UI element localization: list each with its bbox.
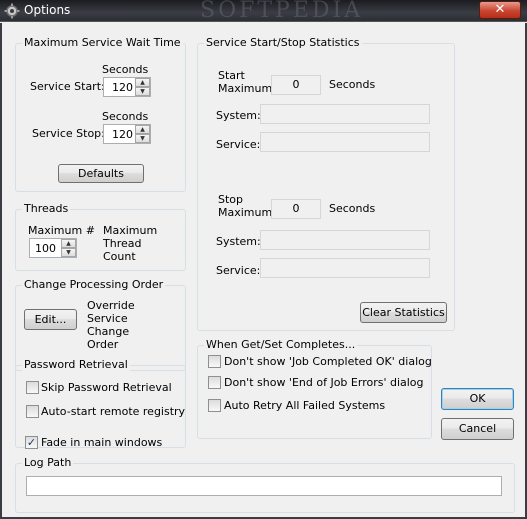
stop-maximum-value: 0: [271, 199, 321, 219]
threads-group: Threads Maximum # 100 ▲ ▼ Maximum Thread…: [15, 202, 186, 271]
defaults-button-label: Defaults: [78, 167, 124, 180]
fade-windows-label[interactable]: Fade in main windows: [41, 436, 162, 449]
service-start-spinner[interactable]: 120 ▲ ▼: [103, 77, 151, 97]
log-path-input[interactable]: [26, 476, 502, 496]
stop-seconds-label: Seconds: [329, 202, 376, 215]
skip-password-label[interactable]: Skip Password Retrieval: [41, 381, 172, 394]
start-seconds-label: Seconds: [329, 78, 376, 91]
ok-button-label: OK: [469, 392, 486, 405]
wait-time-legend: Maximum Service Wait Time: [22, 36, 183, 49]
fade-windows-checkbox[interactable]: ✓: [25, 436, 38, 449]
statistics-legend: Service Start/Stop Statistics: [204, 36, 362, 49]
max-threads-spinner[interactable]: 100 ▲ ▼: [29, 238, 77, 258]
spinner-up-arrow-icon[interactable]: ▲: [135, 78, 150, 87]
ok-button[interactable]: OK: [441, 388, 514, 410]
skip-password-checkbox[interactable]: [26, 381, 39, 394]
log-path-group: Log Path: [15, 456, 515, 513]
checkmark-icon: ✓: [26, 436, 37, 449]
softpedia-watermark: SOFTPEDIA: [200, 0, 364, 23]
no-job-completed-checkbox[interactable]: [208, 355, 221, 368]
when-completes-legend: When Get/Set Completes...: [204, 338, 358, 351]
start-maximum-label: Start Maximum:: [218, 69, 276, 95]
clear-statistics-label: Clear Statistics: [362, 306, 445, 319]
spinner-down-arrow-icon[interactable]: ▼: [61, 248, 76, 257]
auto-retry-label[interactable]: Auto Retry All Failed Systems: [224, 399, 385, 412]
start-service-field: [260, 132, 430, 152]
autostart-registry-checkbox[interactable]: [26, 405, 39, 418]
autostart-registry-label[interactable]: Auto-start remote registry: [41, 405, 185, 418]
stop-maximum-label: Stop Maximum:: [218, 193, 276, 219]
spinner-up-arrow-icon[interactable]: ▲: [135, 125, 150, 134]
gear-icon: [4, 3, 20, 19]
start-system-label: System:: [216, 109, 261, 122]
no-end-of-job-errors-label[interactable]: Don't show 'End of Job Errors' dialog: [224, 376, 424, 389]
edit-button-label: Edit...: [34, 313, 67, 326]
spinner-down-arrow-icon[interactable]: ▼: [135, 134, 150, 143]
log-path-legend: Log Path: [22, 456, 74, 469]
stop-service-field: [260, 258, 430, 278]
start-service-label: Service:: [216, 138, 261, 151]
no-end-of-job-errors-checkbox[interactable]: [208, 376, 221, 389]
stop-service-label: Service:: [216, 264, 261, 277]
stop-system-label: System:: [216, 235, 261, 248]
edit-button[interactable]: Edit...: [24, 309, 77, 330]
change-order-legend: Change Processing Order: [22, 278, 166, 291]
threads-legend: Threads: [22, 202, 71, 215]
service-stop-value: 120: [112, 128, 133, 141]
stop-maximum-number: 0: [292, 202, 300, 215]
change-order-description: Override Service Change Order: [87, 299, 135, 351]
title-bar: Options SOFTPEDIA ✕: [0, 0, 527, 23]
close-icon: ✕: [494, 2, 506, 17]
service-stop-label: Service Stop:: [32, 127, 105, 140]
service-start-seconds-label: Seconds: [102, 63, 149, 76]
wait-time-group: Maximum Service Wait Time Seconds Servic…: [15, 36, 186, 192]
cancel-button-label: Cancel: [458, 422, 497, 435]
stop-system-field: [260, 230, 430, 250]
no-job-completed-label[interactable]: Don't show 'Job Completed OK' dialog: [224, 355, 432, 368]
start-system-field: [260, 104, 430, 124]
max-threads-value: 100: [35, 242, 56, 255]
close-button[interactable]: ✕: [479, 1, 521, 19]
service-stop-spinner[interactable]: 120 ▲ ▼: [103, 124, 151, 144]
password-legend: Password Retrieval: [22, 358, 130, 371]
defaults-button[interactable]: Defaults: [58, 164, 144, 183]
auto-retry-checkbox[interactable]: [208, 399, 221, 412]
spinner-up-arrow-icon[interactable]: ▲: [61, 239, 76, 248]
window-title: Options: [24, 3, 71, 17]
service-start-value: 120: [112, 81, 133, 94]
spinner-down-arrow-icon[interactable]: ▼: [135, 87, 150, 96]
cancel-button[interactable]: Cancel: [441, 418, 514, 440]
max-threads-label: Maximum #: [28, 224, 95, 237]
threads-description: Maximum Thread Count: [103, 224, 158, 263]
when-completes-group: When Get/Set Completes... Don't show 'Jo…: [197, 338, 432, 439]
dialog-client-area: Maximum Service Wait Time Seconds Servic…: [0, 23, 527, 519]
start-maximum-number: 0: [292, 78, 300, 91]
start-maximum-value: 0: [271, 75, 321, 95]
service-start-label: Service Start:: [30, 80, 105, 93]
clear-statistics-button[interactable]: Clear Statistics: [360, 302, 447, 323]
statistics-group: Service Start/Stop Statistics Start Maxi…: [197, 36, 455, 331]
service-stop-seconds-label: Seconds: [102, 110, 149, 123]
